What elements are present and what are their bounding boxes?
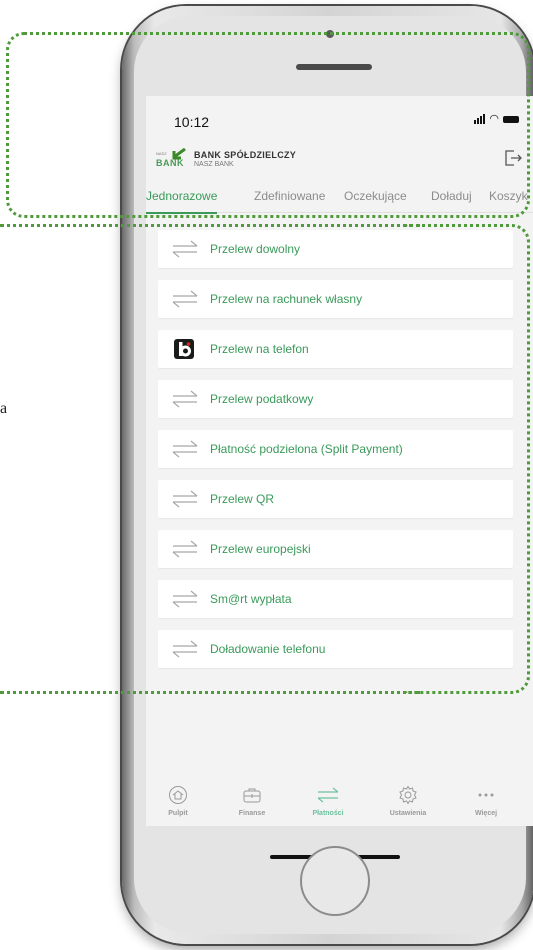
more-dots-icon: [456, 786, 516, 804]
payment-label: Przelew QR: [210, 492, 275, 506]
transfer-arrows-icon: [172, 290, 198, 308]
nav-label: Płatności: [312, 810, 344, 817]
nav-ustawienia[interactable]: Ustawienia: [378, 785, 438, 817]
payment-label: Przelew na telefon: [210, 342, 309, 356]
payment-label: Sm@rt wypłata: [210, 592, 292, 606]
highlight-line-bottom: [0, 691, 420, 694]
payment-label: Doładowanie telefonu: [210, 642, 326, 656]
payment-label: Przelew podatkowy: [210, 392, 314, 406]
transfer-arrows-icon: [172, 490, 198, 508]
transfer-arrows-icon: [172, 240, 198, 258]
nav-wiecej[interactable]: Więcej: [456, 786, 516, 817]
highlight-frame-header: [6, 32, 530, 218]
payment-label: Przelew dowolny: [210, 242, 301, 256]
nav-label: Więcej: [474, 810, 498, 817]
home-button[interactable]: [300, 846, 370, 916]
transfer-arrows-icon: [172, 540, 198, 558]
nav-label: Ustawienia: [389, 810, 427, 817]
transfer-arrows-icon: [172, 640, 198, 658]
nav-platnosci[interactable]: Płatności: [298, 786, 358, 817]
payment-label: Przelew europejski: [210, 542, 311, 556]
home-icon: [148, 786, 208, 804]
highlight-frame-list: [404, 224, 530, 694]
highlight-line-top: [0, 224, 420, 227]
nav-label: Finanse: [238, 810, 266, 817]
nav-pulpit[interactable]: Pulpit: [148, 786, 208, 817]
transfer-arrows-icon: [298, 786, 358, 804]
nav-label: Pulpit: [168, 810, 188, 817]
payment-label: Płatność podzielona (Split Payment): [210, 442, 403, 456]
side-text-fragment: a: [0, 400, 8, 417]
gear-icon: [378, 785, 438, 805]
blik-icon: [174, 339, 194, 359]
transfer-arrows-icon: [172, 440, 198, 458]
transfer-arrows-icon: [172, 590, 198, 608]
bottom-navigation: Pulpit Finanse Płatności Ustawienia Więc…: [146, 785, 533, 826]
transfer-arrows-icon: [172, 390, 198, 408]
briefcase-icon: [222, 786, 282, 804]
nav-finanse[interactable]: Finanse: [222, 786, 282, 817]
payment-label: Przelew na rachunek własny: [210, 292, 363, 306]
